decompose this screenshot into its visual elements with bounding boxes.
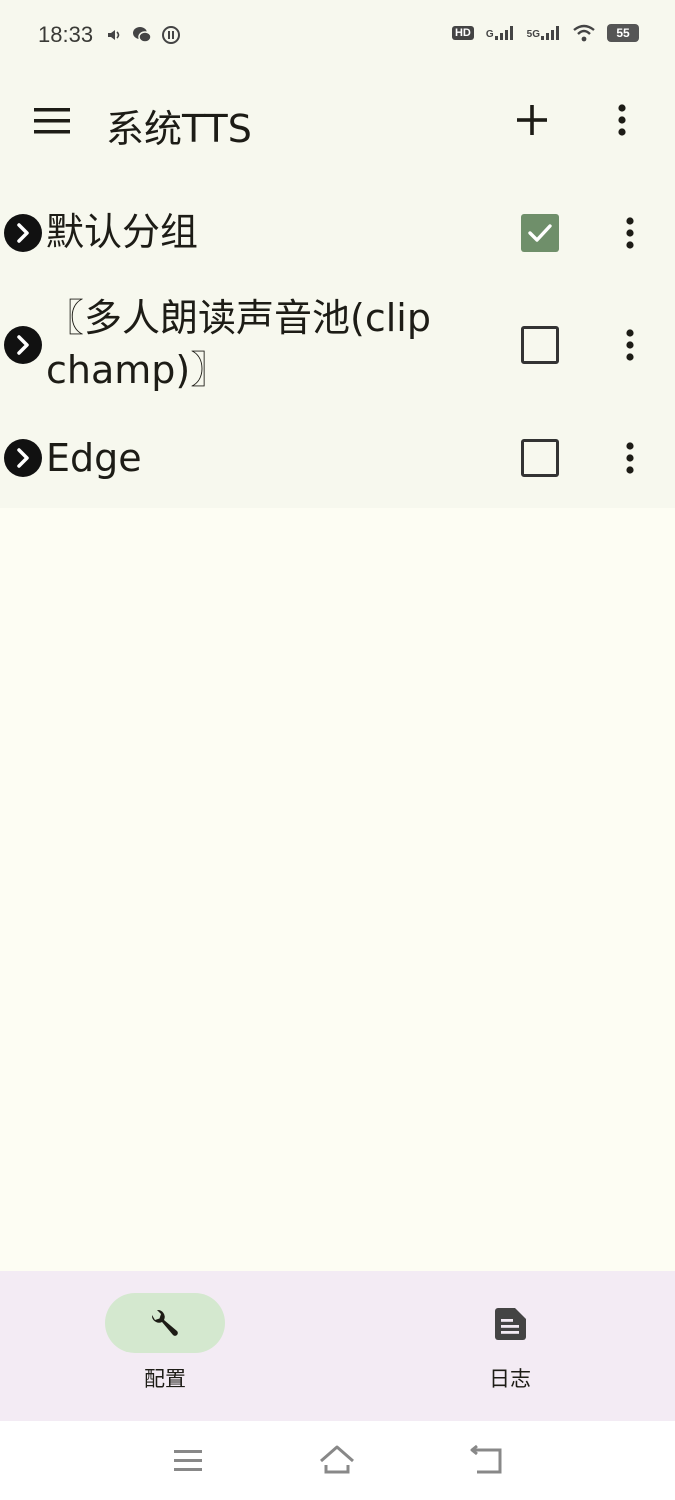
nav-item-log[interactable]: 日志	[425, 1293, 585, 1403]
signal-5g-label: 5G	[526, 29, 540, 40]
list-item[interactable]: Edge	[0, 408, 675, 508]
nav-label: 日志	[489, 1367, 531, 1391]
more-vert-icon[interactable]	[616, 438, 644, 478]
recents-icon[interactable]	[170, 1443, 206, 1479]
status-right-icons: HD G 5G 55	[451, 24, 639, 42]
volume-icon	[108, 30, 120, 40]
group-name: 默认分组	[46, 210, 199, 254]
bottom-nav: 配置 日志	[0, 1271, 675, 1421]
group-name: 〖多人朗读声音池(clipchamp)〗	[46, 296, 431, 392]
expand-icon[interactable]	[4, 326, 42, 364]
signal-icon: G	[486, 26, 515, 40]
expand-icon[interactable]	[4, 214, 42, 252]
more-vert-icon[interactable]	[616, 213, 644, 253]
add-icon[interactable]	[512, 100, 552, 140]
page-title: 系统TTS	[106, 107, 252, 151]
group-checkbox[interactable]	[521, 326, 559, 364]
expand-icon[interactable]	[4, 439, 42, 477]
list-item[interactable]: 默认分组	[0, 182, 675, 282]
nav-label: 配置	[144, 1367, 186, 1391]
group-name: Edge	[46, 436, 142, 480]
group-checkbox[interactable]	[521, 214, 559, 252]
group-checkbox[interactable]	[521, 439, 559, 477]
list-item[interactable]: 〖多人朗读声音池(clipchamp)〗	[0, 282, 675, 402]
status-time: 18:33	[38, 22, 94, 47]
check-icon	[528, 224, 552, 242]
more-vert-icon[interactable]	[616, 325, 644, 365]
menu-icon[interactable]	[34, 108, 70, 134]
system-nav	[0, 1421, 675, 1500]
wifi-icon	[573, 24, 595, 42]
signal-5g-icon: 5G	[527, 26, 561, 40]
hd-icon: HD	[451, 26, 474, 40]
home-icon[interactable]	[319, 1443, 355, 1479]
signal-label: G	[485, 29, 494, 40]
status-bar: 18:33 HD G 5G 55	[0, 0, 675, 72]
more-vert-icon[interactable]	[608, 100, 636, 140]
app-notification-icon	[162, 26, 180, 44]
wrench-icon	[151, 1309, 178, 1336]
back-icon[interactable]	[469, 1443, 505, 1479]
app-bar: 系统TTS	[0, 72, 675, 168]
group-list: 默认分组 〖多人朗读声音池(clipchamp)〗 Edge	[0, 168, 675, 508]
status-left-icons	[106, 26, 180, 44]
wechat-icon	[133, 27, 152, 43]
battery-icon: 55	[607, 24, 639, 42]
document-icon	[495, 1308, 526, 1340]
nav-item-config[interactable]: 配置	[80, 1293, 240, 1403]
